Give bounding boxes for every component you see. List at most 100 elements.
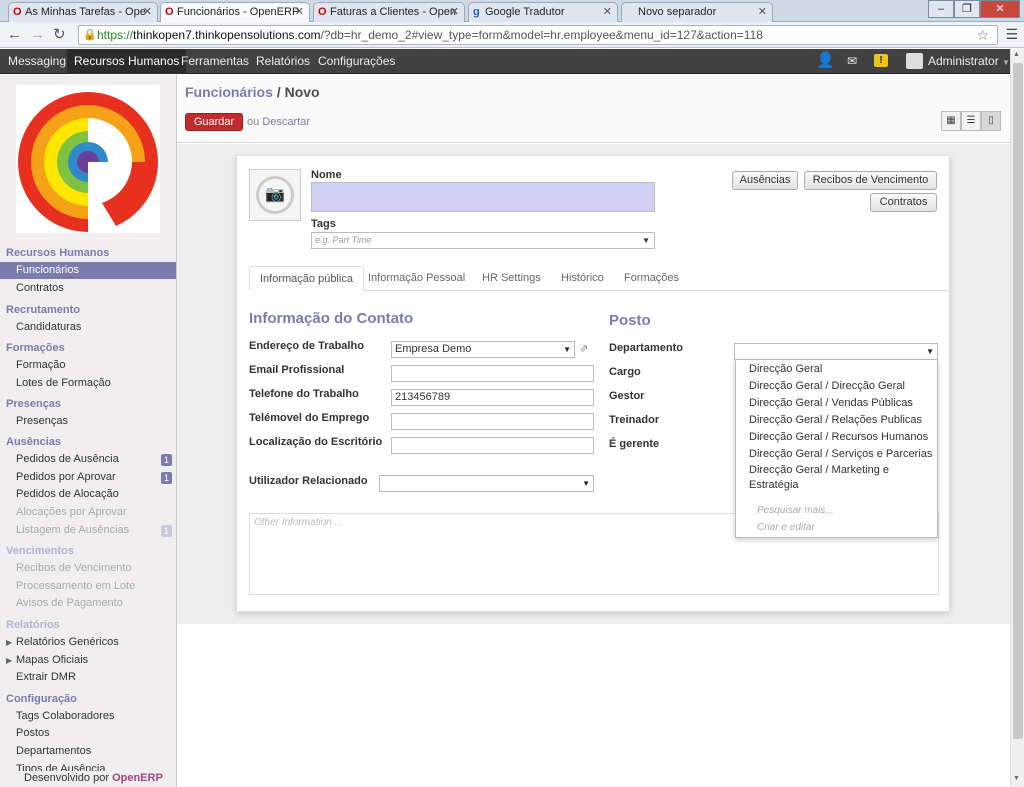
alert-icon[interactable]: ! (874, 54, 888, 67)
mobile-field[interactable] (391, 413, 594, 430)
department-select[interactable]: ▼ (734, 343, 938, 360)
kanban-view-icon[interactable]: ▦ (941, 111, 961, 131)
email-field[interactable] (391, 365, 594, 382)
sidebar-item-contratos[interactable]: Contratos (16, 282, 64, 294)
office-field[interactable] (391, 437, 594, 454)
user-add-icon[interactable]: 👤 (816, 49, 835, 74)
sidebar-section: Relatórios (6, 619, 60, 631)
forward-icon[interactable]: → (30, 26, 45, 44)
dropdown-option-continued[interactable]: Estratégia (749, 479, 799, 491)
close-icon[interactable]: ✕ (603, 3, 612, 21)
sidebar-item-alocacoes-aprovar[interactable]: Alocações por Aprovar (16, 506, 127, 518)
tab-formacoes[interactable]: Formações (614, 266, 689, 291)
user-menu[interactable]: Administrator ▼ (928, 49, 1010, 74)
close-icon[interactable]: ✕ (758, 3, 767, 21)
browser-tab[interactable]: O As Minhas Tarefas - Ope ✕ (8, 2, 158, 22)
menu-messaging[interactable]: Messaging (1, 49, 73, 74)
menu-recursos-humanos[interactable]: Recursos Humanos (67, 49, 187, 74)
list-view-icon[interactable]: ☰ (961, 111, 981, 131)
chevron-down-icon[interactable]: ▼ (642, 233, 650, 248)
dropdown-option[interactable]: Direcção Geral (736, 363, 937, 375)
tab-informacao-pessoal[interactable]: Informação Pessoal (358, 266, 475, 291)
sidebar-section: Vencimentos (6, 545, 74, 557)
external-link-icon[interactable]: ⇗ (579, 342, 588, 355)
dropdown-option[interactable]: Direcção Geral / Relações Publicas (749, 414, 922, 426)
url-input[interactable]: 🔒 https://thinkopen7.thinkopensolutions.… (78, 25, 998, 45)
close-icon[interactable]: ✕ (143, 3, 152, 21)
mail-icon[interactable]: ✉ (847, 49, 857, 74)
employee-photo[interactable]: 📷 (249, 169, 301, 221)
company-logo (16, 85, 160, 233)
sidebar-item-relatorios-genericos[interactable]: Relatórios Genéricos (16, 636, 119, 648)
openerp-link[interactable]: OpenERP (112, 772, 163, 784)
sidebar-item-extrair-dmr[interactable]: Extrair DMR (16, 671, 76, 683)
scroll-down-icon[interactable]: ▼ (1013, 775, 1020, 782)
search-more-link[interactable]: Pesquisar mais... (757, 505, 834, 516)
page-scrollbar[interactable]: ▲ ▼ (1010, 49, 1024, 787)
window-close-icon[interactable]: ✕ (980, 0, 1020, 18)
back-icon[interactable]: ← (7, 26, 22, 44)
contratos-button[interactable]: Contratos (870, 193, 937, 212)
dropdown-option[interactable]: Direcção Geral / Serviços e Parcerias (749, 448, 932, 460)
sidebar-item-pedidos-ausencia[interactable]: Pedidos de Ausência (16, 453, 119, 465)
sidebar-item-pedidos-aprovar[interactable]: Pedidos por Aprovar (16, 471, 116, 483)
sidebar-item-formacao[interactable]: Formação (16, 359, 66, 371)
create-edit-link[interactable]: Criar e editar (757, 522, 815, 533)
dropdown-option[interactable]: Direcção Geral / Marketing e (749, 464, 889, 476)
breadcrumb-parent[interactable]: Funcionários (185, 84, 273, 100)
discard-button[interactable]: Descartar (262, 116, 310, 128)
sidebar-item-funcionarios[interactable]: Funcionários (0, 262, 176, 279)
expand-icon[interactable]: ▶ (6, 638, 12, 647)
menu-relatorios[interactable]: Relatórios (249, 49, 317, 74)
sidebar-section: Recrutamento (6, 304, 80, 316)
browser-menu-icon[interactable]: ☰ (1005, 26, 1018, 43)
dropdown-option[interactable]: Direcção Geral / Vendas Públicas (749, 397, 913, 409)
form-view-icon[interactable]: ▯ (981, 111, 1001, 131)
close-icon[interactable]: ✕ (450, 3, 459, 21)
browser-tab[interactable]: Novo separador ✕ (621, 2, 773, 22)
bookmark-star-icon[interactable]: ☆ (976, 26, 989, 44)
sidebar-item-listagem-ausencias[interactable]: Listagem de Ausências (16, 524, 129, 536)
save-button[interactable]: Guardar (185, 113, 243, 131)
scrollbar-thumb[interactable] (1013, 63, 1023, 739)
avatar[interactable] (906, 53, 923, 69)
browser-tab-active[interactable]: O Funcionários - OpenERP ✕ (160, 2, 310, 23)
scroll-up-icon[interactable]: ▲ (1013, 51, 1020, 58)
lock-icon: 🔒 (83, 29, 97, 41)
tab-historico[interactable]: Histórico (551, 266, 614, 291)
menu-ferramentas[interactable]: Ferramentas (174, 49, 256, 74)
sidebar-item-tags-colaboradores[interactable]: Tags Colaboradores (16, 710, 114, 722)
tab-informacao-publica[interactable]: Informação pública (249, 266, 364, 291)
close-icon[interactable]: ✕ (295, 3, 304, 21)
minimize-icon[interactable]: – (928, 0, 954, 18)
sidebar-item-tipos-ausencia[interactable]: Tipos de Ausência (16, 763, 105, 771)
related-user-select[interactable]: ▼ (379, 475, 594, 492)
sidebar-item-postos[interactable]: Postos (16, 727, 50, 739)
name-label: Nome (311, 169, 342, 181)
sidebar-item-lotes-formacao[interactable]: Lotes de Formação (16, 377, 111, 389)
menu-configuracoes[interactable]: Configurações (311, 49, 402, 74)
browser-tab[interactable]: O Faturas a Clientes - Open ✕ (313, 2, 465, 22)
ausencias-button[interactable]: Ausências (732, 171, 798, 190)
reload-icon[interactable]: ↻ (53, 26, 66, 44)
tab-hr-settings[interactable]: HR Settings (472, 266, 551, 291)
sidebar-item-departamentos[interactable]: Departamentos (16, 745, 91, 757)
dropdown-option[interactable]: Direcção Geral / Recursos Humanos (749, 431, 928, 443)
sidebar-item-processamento[interactable]: Processamento em Lote (16, 580, 135, 592)
sidebar-item-recibos[interactable]: Recibos de Vencimento (16, 562, 132, 574)
maximize-icon[interactable]: ❐ (954, 0, 980, 18)
sidebar-item-pedidos-alocacao[interactable]: Pedidos de Alocação (16, 488, 119, 500)
expand-icon[interactable]: ▶ (6, 656, 12, 665)
browser-tab[interactable]: g Google Tradutor ✕ (468, 2, 618, 22)
work-phone-field[interactable]: 213456789 (391, 389, 594, 406)
dropdown-option[interactable]: Direcção Geral / Direcção Geral (749, 380, 905, 392)
work-address-select[interactable]: Empresa Demo ▼ (391, 341, 575, 358)
sidebar-item-mapas-oficiais[interactable]: Mapas Oficiais (16, 654, 88, 666)
tags-input[interactable]: e.g. Part Time ▼ (311, 232, 655, 249)
recibos-vencimento-button[interactable]: Recibos de Vencimento (804, 171, 937, 190)
sidebar-item-avisos-pagamento[interactable]: Avisos de Pagamento (16, 597, 123, 609)
sidebar-item-candidaturas[interactable]: Candidaturas (16, 321, 81, 333)
name-input[interactable] (311, 182, 655, 212)
sidebar-item-presencas[interactable]: Presenças (16, 415, 68, 427)
browser-tab-title: As Minhas Tarefas - Ope (25, 6, 146, 18)
